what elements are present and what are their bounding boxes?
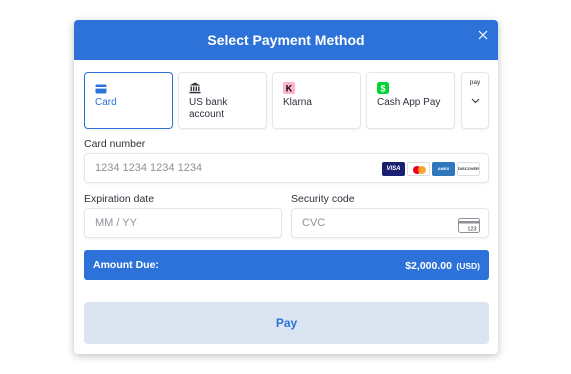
card-icon	[95, 81, 166, 94]
card-number-label: Card number	[84, 138, 146, 150]
pay-button[interactable]: Pay	[84, 302, 489, 344]
klarna-icon: K	[283, 81, 354, 94]
svg-text:$: $	[380, 84, 385, 94]
amount-due-value: $2,000.00	[405, 260, 452, 272]
card-number-placeholder: 1234 1234 1234 1234	[95, 162, 203, 174]
method-label: Card	[95, 97, 117, 108]
close-icon[interactable]	[476, 28, 490, 42]
method-label: Klarna	[283, 97, 312, 108]
payment-dialog: Select Payment Method Card US bank accou…	[74, 20, 498, 354]
dialog-title: Select Payment Method	[207, 32, 365, 48]
chevron-down-icon	[462, 91, 488, 109]
method-tab-cash-app[interactable]: $ Cash App Pay	[366, 72, 455, 129]
amount-due-bar: Amount Due: $2,000.00 (USD)	[84, 250, 489, 280]
amount-currency: (USD)	[456, 261, 480, 271]
svg-text:123: 123	[467, 227, 476, 233]
security-code-placeholder: CVC	[302, 217, 326, 229]
visa-icon: VISA	[382, 162, 405, 176]
mastercard-icon	[407, 162, 430, 176]
amount-due-value-group: $2,000.00 (USD)	[405, 256, 480, 274]
expiration-label: Expiration date	[84, 193, 155, 205]
security-code-input[interactable]: CVC 123	[291, 208, 489, 238]
discover-icon: DISCOVER	[457, 162, 480, 176]
expiration-input[interactable]: MM / YY	[84, 208, 282, 238]
method-tab-card[interactable]: Card	[84, 72, 173, 129]
security-code-label: Security code	[291, 193, 355, 205]
cashapp-icon: $	[377, 81, 448, 94]
cvc-card-icon: 123	[458, 216, 480, 244]
card-brand-icons: VISA AMEX DISCOVER	[382, 162, 480, 176]
method-label: Cash App Pay	[377, 97, 441, 108]
payment-method-tabs: Card US bank account K Klarna $ Cash App…	[84, 72, 489, 129]
amount-due-label: Amount Due:	[93, 259, 159, 271]
svg-text:K: K	[286, 84, 293, 94]
dialog-header: Select Payment Method	[74, 20, 498, 60]
method-tab-more[interactable]: pay	[461, 72, 489, 129]
method-tab-us-bank[interactable]: US bank account	[178, 72, 267, 129]
method-label: US bank account	[189, 97, 228, 120]
bank-icon	[189, 81, 260, 94]
method-tab-klarna[interactable]: K Klarna	[272, 72, 361, 129]
amex-icon: AMEX	[432, 162, 455, 176]
amazon-pay-icon: pay	[469, 79, 481, 86]
card-number-input[interactable]: 1234 1234 1234 1234 VISA AMEX DISCOVER	[84, 153, 489, 183]
expiration-placeholder: MM / YY	[95, 217, 137, 229]
